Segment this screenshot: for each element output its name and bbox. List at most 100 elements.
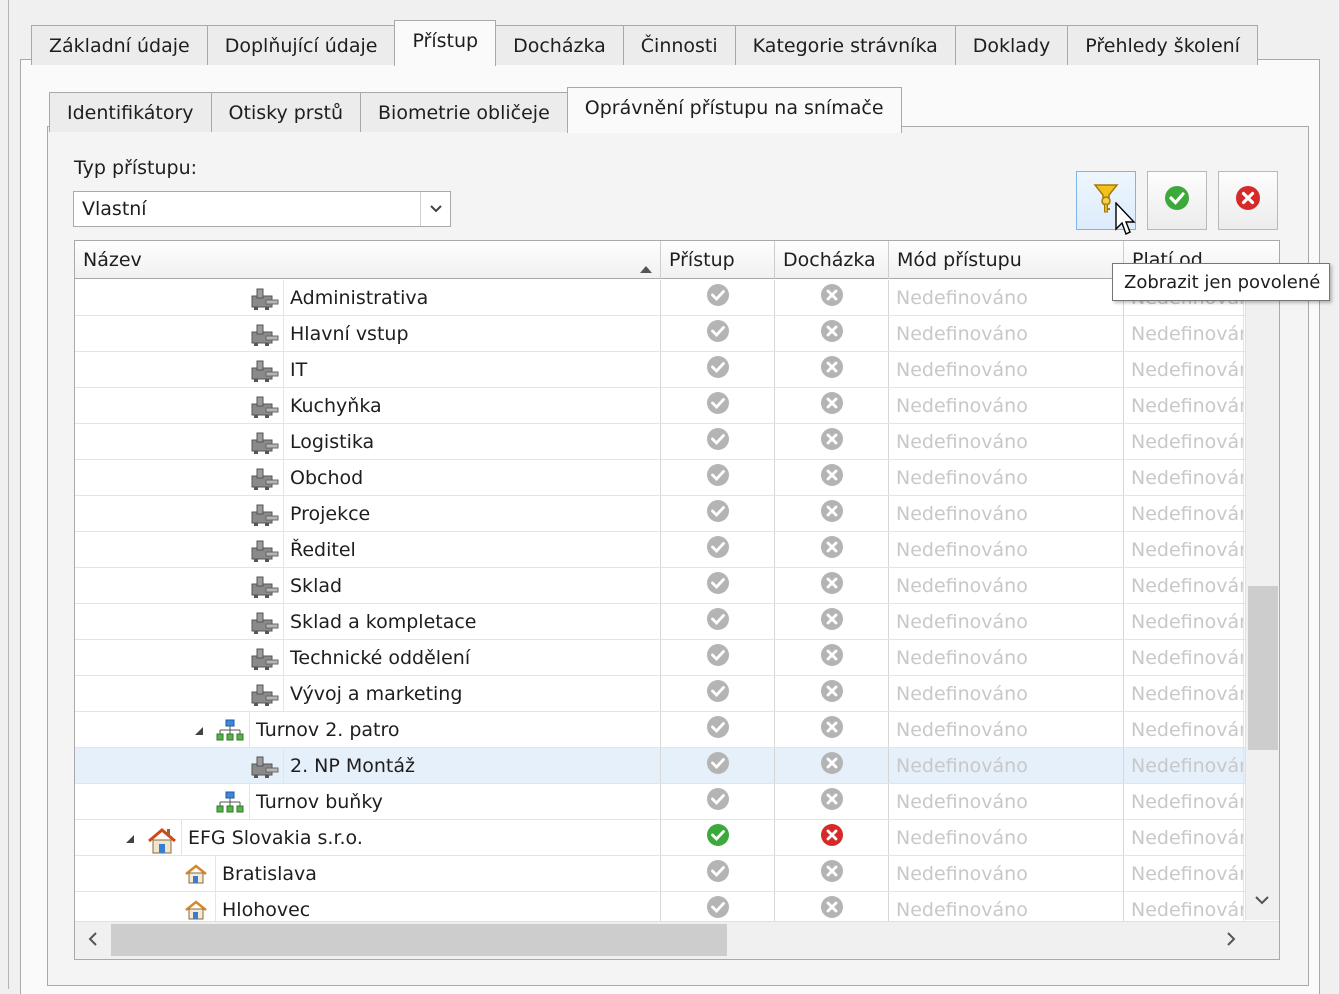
table-row[interactable]: Turnov 2. patro NedefinovánoNedefinováno: [75, 712, 1245, 748]
access-status-cell[interactable]: [661, 856, 775, 891]
access-status-cell[interactable]: [661, 784, 775, 819]
sub-tab-3[interactable]: Oprávnění přístupu na snímače: [566, 87, 902, 133]
name-cell[interactable]: Sklad a kompletace: [75, 604, 661, 639]
access-status-cell[interactable]: [661, 604, 775, 639]
valid-from-cell[interactable]: Nedefinováno: [1124, 640, 1244, 675]
column-header-mode[interactable]: Mód přístupu: [889, 241, 1124, 279]
vertical-scrollbar[interactable]: [1245, 280, 1279, 920]
main-tab-1[interactable]: Doplňující údaje: [206, 25, 396, 65]
access-status-cell[interactable]: [661, 352, 775, 387]
name-cell[interactable]: Obchod: [75, 460, 661, 495]
expand-triangle-icon[interactable]: [194, 718, 204, 739]
expand-triangle-icon[interactable]: [125, 826, 135, 847]
sub-tab-1[interactable]: Otisky prstů: [210, 92, 362, 132]
name-cell[interactable]: Sklad: [75, 568, 661, 603]
attendance-status-cell[interactable]: [775, 640, 889, 675]
valid-from-cell[interactable]: Nedefinováno: [1124, 856, 1244, 891]
access-mode-cell[interactable]: Nedefinováno: [889, 604, 1124, 639]
name-cell[interactable]: Administrativa: [75, 280, 661, 315]
table-row[interactable]: Logistika NedefinovánoNedefinováno: [75, 424, 1245, 460]
table-row[interactable]: Vývoj a marketing NedefinovánoNedefinován…: [75, 676, 1245, 712]
attendance-status-cell[interactable]: [775, 496, 889, 531]
attendance-status-cell[interactable]: [775, 532, 889, 567]
access-mode-cell[interactable]: Nedefinováno: [889, 316, 1124, 351]
reject-button[interactable]: [1218, 171, 1278, 230]
attendance-status-cell[interactable]: [775, 856, 889, 891]
main-tab-5[interactable]: Kategorie strávníka: [734, 25, 956, 65]
attendance-status-cell[interactable]: [775, 352, 889, 387]
access-mode-cell[interactable]: Nedefinováno: [889, 712, 1124, 747]
name-cell[interactable]: Vývoj a marketing: [75, 676, 661, 711]
table-row[interactable]: Hlavní vstup NedefinovánoNedefinováno: [75, 316, 1245, 352]
table-row[interactable]: Sklad NedefinovánoNedefinováno: [75, 568, 1245, 604]
horizontal-scroll-thumb[interactable]: [111, 924, 727, 956]
name-cell[interactable]: Kuchyňka: [75, 388, 661, 423]
access-status-cell[interactable]: [661, 460, 775, 495]
valid-from-cell[interactable]: Nedefinováno: [1124, 676, 1244, 711]
access-mode-cell[interactable]: Nedefinováno: [889, 352, 1124, 387]
name-cell[interactable]: EFG Slovakia s.r.o.: [75, 820, 661, 855]
attendance-status-cell[interactable]: [775, 676, 889, 711]
table-row[interactable]: Projekce NedefinovánoNedefinováno: [75, 496, 1245, 532]
table-row[interactable]: Bratislava NedefinovánoNedefinováno: [75, 856, 1245, 892]
main-tab-6[interactable]: Doklady: [954, 25, 1069, 65]
access-mode-cell[interactable]: Nedefinováno: [889, 784, 1124, 819]
valid-from-cell[interactable]: Nedefinováno: [1124, 388, 1244, 423]
main-tab-4[interactable]: Činnosti: [622, 25, 736, 65]
main-tab-7[interactable]: Přehledy školení: [1067, 25, 1258, 65]
table-row[interactable]: AdministrativaNedefinovánoNedefinováno: [75, 280, 1245, 316]
name-cell[interactable]: Logistika: [75, 424, 661, 459]
valid-from-cell[interactable]: Nedefinováno: [1124, 496, 1244, 531]
attendance-status-cell[interactable]: [775, 280, 889, 315]
name-cell[interactable]: Hlavní vstup: [75, 316, 661, 351]
table-row[interactable]: IT NedefinovánoNedefinováno: [75, 352, 1245, 388]
horizontal-scrollbar[interactable]: [75, 921, 1279, 959]
table-row[interactable]: Ředitel NedefinovánoNedefinováno: [75, 532, 1245, 568]
table-row[interactable]: Technické oddělení Nedefinováno Nedefinová…: [75, 640, 1245, 676]
access-mode-cell[interactable]: Nedefinováno: [889, 820, 1124, 855]
valid-from-cell[interactable]: Nedefinováno: [1124, 424, 1244, 459]
column-header-attendance[interactable]: Docházka: [775, 241, 889, 279]
valid-from-cell[interactable]: Nedefinováno: [1124, 784, 1244, 819]
scroll-right-icon[interactable]: [1225, 931, 1237, 952]
sub-tab-2[interactable]: Biometrie obličeje: [360, 92, 568, 132]
table-row[interactable]: Kuchyňka NedefinovánoNedefinováno: [75, 388, 1245, 424]
valid-from-cell[interactable]: Nedefinováno: [1124, 820, 1244, 855]
name-cell[interactable]: Turnov 2. patro: [75, 712, 661, 747]
access-mode-cell[interactable]: Nedefinováno: [889, 532, 1124, 567]
access-mode-cell[interactable]: Nedefinováno: [889, 496, 1124, 531]
attendance-status-cell[interactable]: [775, 820, 889, 855]
name-cell[interactable]: Projekce: [75, 496, 661, 531]
access-status-cell[interactable]: [661, 712, 775, 747]
name-cell[interactable]: Ředitel: [75, 532, 661, 567]
main-tab-3[interactable]: Docházka: [495, 25, 624, 65]
name-cell[interactable]: Bratislava: [75, 856, 661, 891]
attendance-status-cell[interactable]: [775, 316, 889, 351]
access-status-cell[interactable]: [661, 568, 775, 603]
access-status-cell[interactable]: [661, 532, 775, 567]
valid-from-cell[interactable]: Nedefinováno: [1124, 604, 1244, 639]
valid-from-cell[interactable]: Nedefinováno: [1124, 712, 1244, 747]
access-mode-cell[interactable]: Nedefinováno: [889, 748, 1124, 783]
accept-button[interactable]: [1147, 171, 1207, 230]
main-tab-0[interactable]: Základní údaje: [31, 25, 208, 65]
access-mode-cell[interactable]: Nedefinováno: [889, 640, 1124, 675]
name-cell[interactable]: Technické oddělení: [75, 640, 661, 675]
valid-from-cell[interactable]: Nedefinováno: [1124, 568, 1244, 603]
attendance-status-cell[interactable]: [775, 748, 889, 783]
access-mode-cell[interactable]: Nedefinováno: [889, 388, 1124, 423]
table-row[interactable]: Sklad a kompletace Nedefinováno Nedefinová…: [75, 604, 1245, 640]
access-status-cell[interactable]: [661, 748, 775, 783]
table-row[interactable]: 2. NP Montáž NedefinovánoNedefinováno: [75, 748, 1245, 784]
attendance-status-cell[interactable]: [775, 784, 889, 819]
table-row[interactable]: Obchod NedefinovánoNedefinováno: [75, 460, 1245, 496]
chevron-down-icon[interactable]: [420, 192, 450, 226]
table-row[interactable]: EFG Slovakia s.r.o. Nedefinováno Nedefinov…: [75, 820, 1245, 856]
table-row[interactable]: Turnov buňky NedefinovánoNedefinováno: [75, 784, 1245, 820]
valid-from-cell[interactable]: Nedefinováno: [1124, 460, 1244, 495]
access-status-cell[interactable]: [661, 424, 775, 459]
attendance-status-cell[interactable]: [775, 568, 889, 603]
access-mode-cell[interactable]: Nedefinováno: [889, 460, 1124, 495]
access-status-cell[interactable]: [661, 820, 775, 855]
access-mode-cell[interactable]: Nedefinováno: [889, 856, 1124, 891]
